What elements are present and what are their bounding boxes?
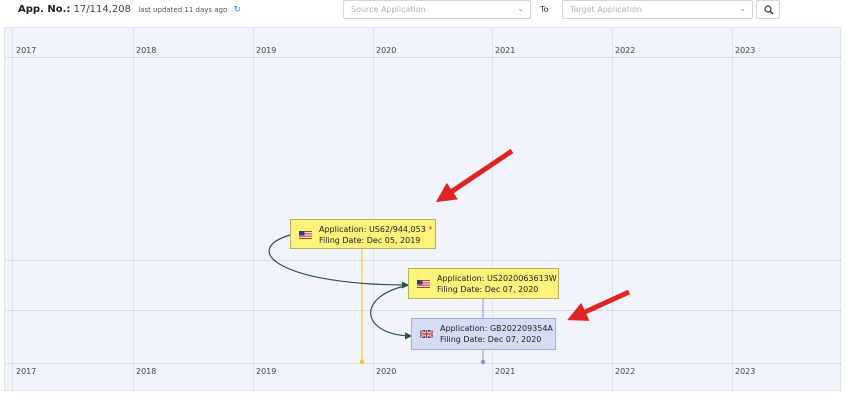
connector-line bbox=[370, 284, 413, 340]
card-application: Application: US62/944,053 bbox=[319, 225, 426, 234]
card-filing-date: Filing Date: Dec 07, 2020 bbox=[440, 335, 542, 344]
filing-marker bbox=[359, 359, 365, 365]
card-filing-date: Filing Date: Dec 05, 2019 bbox=[319, 236, 421, 245]
application-card-us62944053[interactable]: Application: US62/944,053 * Filing Date:… bbox=[290, 219, 436, 249]
card-filing-date: Filing Date: Dec 07, 2020 bbox=[437, 285, 539, 294]
card-marker: * bbox=[428, 225, 433, 234]
uk-flag-icon bbox=[420, 330, 433, 338]
annotation-arrow bbox=[435, 148, 514, 203]
application-card-gb202209354a[interactable]: Application: GB202209354A Filing Date: D… bbox=[411, 318, 556, 350]
us-flag-icon bbox=[417, 280, 430, 288]
card-application: Application: GB202209354A bbox=[440, 324, 553, 333]
card-application: Application: US2020063613W bbox=[437, 274, 557, 283]
us-flag-icon bbox=[299, 231, 312, 239]
annotation-arrow bbox=[567, 289, 631, 321]
filing-marker bbox=[480, 359, 486, 365]
application-card-us2020063613w[interactable]: Application: US2020063613W Filing Date: … bbox=[408, 268, 559, 299]
